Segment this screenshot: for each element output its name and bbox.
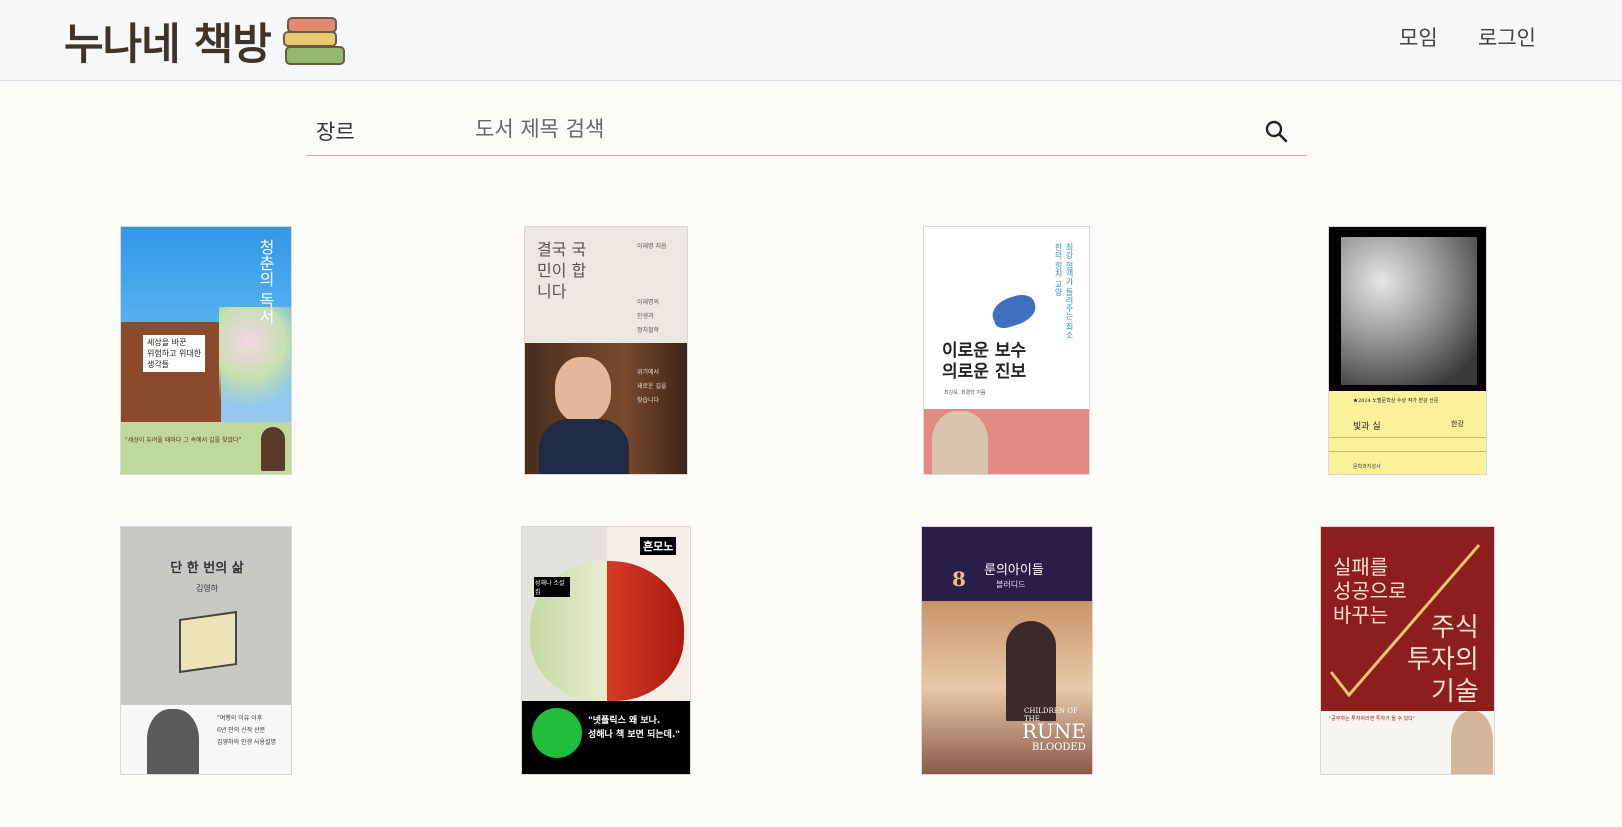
book-cover-text: 이재명의 <box>637 299 660 306</box>
book-cover-text: 위험하고 위대한 <box>147 349 202 358</box>
site-logo[interactable]: 누나네 책방 <box>64 10 345 72</box>
book-author: 이재명 지음 <box>637 243 667 250</box>
book-cover-text: 생각들 <box>147 360 170 369</box>
book-card-light-and-thread[interactable]: ★2024 노벨문학상 수상 작가 한강 산문 빛과 실 한강 문학과지성사 <box>1328 226 1487 475</box>
book-title: 이로운 보수 의로운 진보 <box>942 341 1027 382</box>
nav-meetings-link[interactable]: 모임 <box>1399 22 1438 52</box>
book-cover-text: 세상을 바꾼 <box>147 338 187 347</box>
book-card-one-life[interactable]: 단 한 번의 삶 김영하 "여행의 이유 이후 6년 만의 신작 산문 김영하의… <box>120 526 292 775</box>
book-title: 결국 국민이 합니다 <box>537 240 587 301</box>
top-header: 누나네 책방 모임 로그인 <box>0 0 1622 81</box>
book-cover-text: 김영하의 인생 사용설명 <box>217 739 277 746</box>
book-cover-text: 성해나 책 보면 되는데." <box>588 730 681 740</box>
book-author: 김영하 <box>195 584 219 593</box>
book-title: 빛과 실 <box>1353 422 1381 432</box>
book-card-beneficial-conservative[interactable]: 최강 협객가 들려주는 최소한의 정치 교양 이로운 보수 의로운 진보 최강욱… <box>923 226 1090 475</box>
book-card-youth-reading[interactable]: 청춘의 독서 세상을 바꾼 위험하고 위대한 생각들 "세상이 두려울 때마다 … <box>120 226 292 475</box>
book-cover-text: 6년 만의 신작 산문 <box>217 727 266 734</box>
book-tagline: "공부하는 투자자라면 투자가 될 수 있다" <box>1329 716 1416 722</box>
book-card-children-of-rune[interactable]: 8 룬의아이들 블러디드 CHILDREN OF THE RUNE BLOODE… <box>921 526 1093 775</box>
book-cover-text: 찾습니다 <box>637 397 660 404</box>
book-title: 기술 <box>1431 677 1479 707</box>
book-cover-text: 새로운 길을 <box>637 383 667 390</box>
book-cover-text: RUNE <box>1022 719 1087 743</box>
book-author: 한강 <box>1451 420 1464 428</box>
book-subtitle: 블러디드 <box>996 580 1026 589</box>
book-cover-text: BLOODED <box>1032 742 1086 753</box>
book-cover-text: "여행의 이유 이후 <box>217 715 263 722</box>
book-publisher: 문학과지성사 <box>1353 464 1381 470</box>
search-bar: 장르 <box>307 106 1307 156</box>
search-input[interactable] <box>475 112 1055 146</box>
book-card-eventually-people[interactable]: 결국 국민이 합니다 이재명 지음 이재명의 인생과 정치철학 위기에서 새로운… <box>524 226 688 475</box>
book-author: 최강욱, 최경혁 지음 <box>944 390 986 396</box>
logo-text: 누나네 책방 <box>64 20 272 70</box>
book-tagline: "세상이 두려울 때마다 그 속에서 길을 찾았다" <box>125 437 242 444</box>
book-badge: ★2024 노벨문학상 수상 작가 한강 산문 <box>1353 398 1439 404</box>
book-cover-text: 정치철학 <box>637 327 660 334</box>
book-card-stock-investing[interactable]: 실패를 성공으로 바꾸는 주식 투자의 기술 "공부하는 투자자라면 투자가 될… <box>1320 526 1495 775</box>
genre-select[interactable]: 장르 <box>316 116 355 146</box>
book-title: 청춘의 독서 <box>256 239 275 325</box>
book-title: 룬의아이들 <box>984 563 1044 578</box>
search-icon[interactable] <box>1264 119 1288 143</box>
books-stack-icon <box>281 15 345 67</box>
book-cover-text: 인생과 <box>637 313 654 320</box>
series-number: 8 <box>952 567 966 591</box>
book-cover-text: 위기에서 <box>637 369 660 376</box>
book-author: 성해나 소설집 <box>534 577 570 597</box>
nav-login-link[interactable]: 로그인 <box>1478 22 1536 52</box>
book-cover-text: 최강 협객가 들려주는 최소한의 정치 교양 <box>1054 243 1074 339</box>
book-cover-text: "넷플릭스 왜 보나. <box>588 716 661 726</box>
book-title: 단 한 번의 삶 <box>170 561 244 576</box>
book-title: 흔모노 <box>640 537 677 555</box>
book-card-heunmono[interactable]: 흔모노 성해나 소설집 "넷플릭스 왜 보나. 성해나 책 보면 되는데." <box>521 526 691 775</box>
